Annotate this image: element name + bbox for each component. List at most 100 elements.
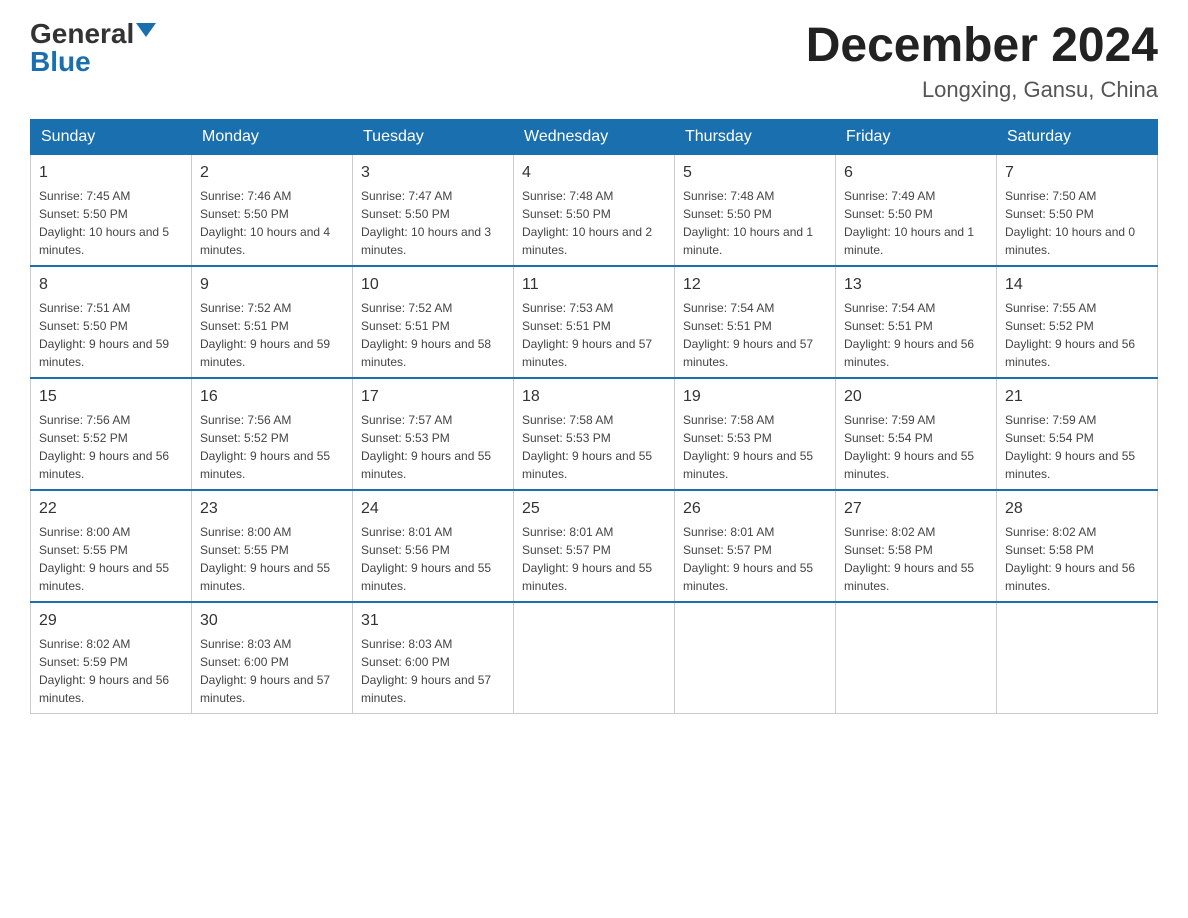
weekday-header-thursday: Thursday xyxy=(675,119,836,154)
day-info: Sunrise: 8:01 AMSunset: 5:57 PMDaylight:… xyxy=(683,523,827,595)
day-number: 7 xyxy=(1005,161,1149,185)
calendar-cell: 10Sunrise: 7:52 AMSunset: 5:51 PMDayligh… xyxy=(353,266,514,378)
day-number: 13 xyxy=(844,273,988,297)
calendar-cell: 8Sunrise: 7:51 AMSunset: 5:50 PMDaylight… xyxy=(31,266,192,378)
calendar-cell: 29Sunrise: 8:02 AMSunset: 5:59 PMDayligh… xyxy=(31,602,192,714)
calendar-cell: 12Sunrise: 7:54 AMSunset: 5:51 PMDayligh… xyxy=(675,266,836,378)
day-number: 20 xyxy=(844,385,988,409)
week-row-5: 29Sunrise: 8:02 AMSunset: 5:59 PMDayligh… xyxy=(31,602,1158,714)
day-number: 6 xyxy=(844,161,988,185)
day-number: 26 xyxy=(683,497,827,521)
day-info: Sunrise: 8:01 AMSunset: 5:57 PMDaylight:… xyxy=(522,523,666,595)
day-info: Sunrise: 7:45 AMSunset: 5:50 PMDaylight:… xyxy=(39,187,183,259)
day-number: 27 xyxy=(844,497,988,521)
day-number: 12 xyxy=(683,273,827,297)
day-info: Sunrise: 8:03 AMSunset: 6:00 PMDaylight:… xyxy=(200,635,344,707)
weekday-header-wednesday: Wednesday xyxy=(514,119,675,154)
day-info: Sunrise: 7:48 AMSunset: 5:50 PMDaylight:… xyxy=(522,187,666,259)
calendar-cell: 11Sunrise: 7:53 AMSunset: 5:51 PMDayligh… xyxy=(514,266,675,378)
week-row-3: 15Sunrise: 7:56 AMSunset: 5:52 PMDayligh… xyxy=(31,378,1158,490)
calendar-cell: 5Sunrise: 7:48 AMSunset: 5:50 PMDaylight… xyxy=(675,154,836,266)
calendar-cell: 4Sunrise: 7:48 AMSunset: 5:50 PMDaylight… xyxy=(514,154,675,266)
day-info: Sunrise: 7:50 AMSunset: 5:50 PMDaylight:… xyxy=(1005,187,1149,259)
day-number: 9 xyxy=(200,273,344,297)
day-number: 14 xyxy=(1005,273,1149,297)
calendar-cell: 9Sunrise: 7:52 AMSunset: 5:51 PMDaylight… xyxy=(192,266,353,378)
day-number: 23 xyxy=(200,497,344,521)
calendar-cell xyxy=(836,602,997,714)
day-info: Sunrise: 7:52 AMSunset: 5:51 PMDaylight:… xyxy=(361,299,505,371)
day-info: Sunrise: 8:01 AMSunset: 5:56 PMDaylight:… xyxy=(361,523,505,595)
calendar-cell: 22Sunrise: 8:00 AMSunset: 5:55 PMDayligh… xyxy=(31,490,192,602)
week-row-1: 1Sunrise: 7:45 AMSunset: 5:50 PMDaylight… xyxy=(31,154,1158,266)
day-info: Sunrise: 7:56 AMSunset: 5:52 PMDaylight:… xyxy=(39,411,183,483)
week-row-2: 8Sunrise: 7:51 AMSunset: 5:50 PMDaylight… xyxy=(31,266,1158,378)
day-number: 16 xyxy=(200,385,344,409)
day-number: 15 xyxy=(39,385,183,409)
logo-triangle-icon xyxy=(136,23,156,37)
logo-general-text: General xyxy=(30,20,134,48)
day-info: Sunrise: 7:46 AMSunset: 5:50 PMDaylight:… xyxy=(200,187,344,259)
day-info: Sunrise: 7:56 AMSunset: 5:52 PMDaylight:… xyxy=(200,411,344,483)
day-info: Sunrise: 7:51 AMSunset: 5:50 PMDaylight:… xyxy=(39,299,183,371)
calendar-cell: 26Sunrise: 8:01 AMSunset: 5:57 PMDayligh… xyxy=(675,490,836,602)
day-info: Sunrise: 8:00 AMSunset: 5:55 PMDaylight:… xyxy=(200,523,344,595)
day-number: 30 xyxy=(200,609,344,633)
day-info: Sunrise: 8:02 AMSunset: 5:58 PMDaylight:… xyxy=(844,523,988,595)
day-info: Sunrise: 7:57 AMSunset: 5:53 PMDaylight:… xyxy=(361,411,505,483)
day-number: 2 xyxy=(200,161,344,185)
day-number: 3 xyxy=(361,161,505,185)
day-number: 28 xyxy=(1005,497,1149,521)
title-block: December 2024 Longxing, Gansu, China xyxy=(806,20,1158,103)
weekday-header-friday: Friday xyxy=(836,119,997,154)
day-info: Sunrise: 8:00 AMSunset: 5:55 PMDaylight:… xyxy=(39,523,183,595)
weekday-header-monday: Monday xyxy=(192,119,353,154)
calendar-cell: 28Sunrise: 8:02 AMSunset: 5:58 PMDayligh… xyxy=(997,490,1158,602)
calendar-cell: 17Sunrise: 7:57 AMSunset: 5:53 PMDayligh… xyxy=(353,378,514,490)
calendar-cell: 2Sunrise: 7:46 AMSunset: 5:50 PMDaylight… xyxy=(192,154,353,266)
calendar-cell: 21Sunrise: 7:59 AMSunset: 5:54 PMDayligh… xyxy=(997,378,1158,490)
day-number: 18 xyxy=(522,385,666,409)
day-info: Sunrise: 7:54 AMSunset: 5:51 PMDaylight:… xyxy=(844,299,988,371)
day-number: 10 xyxy=(361,273,505,297)
calendar-cell: 24Sunrise: 8:01 AMSunset: 5:56 PMDayligh… xyxy=(353,490,514,602)
day-number: 22 xyxy=(39,497,183,521)
weekday-header-saturday: Saturday xyxy=(997,119,1158,154)
calendar-cell xyxy=(997,602,1158,714)
day-info: Sunrise: 7:48 AMSunset: 5:50 PMDaylight:… xyxy=(683,187,827,259)
day-info: Sunrise: 7:58 AMSunset: 5:53 PMDaylight:… xyxy=(683,411,827,483)
calendar-cell: 20Sunrise: 7:59 AMSunset: 5:54 PMDayligh… xyxy=(836,378,997,490)
day-number: 4 xyxy=(522,161,666,185)
day-number: 25 xyxy=(522,497,666,521)
day-info: Sunrise: 7:47 AMSunset: 5:50 PMDaylight:… xyxy=(361,187,505,259)
day-info: Sunrise: 7:59 AMSunset: 5:54 PMDaylight:… xyxy=(1005,411,1149,483)
calendar-cell: 16Sunrise: 7:56 AMSunset: 5:52 PMDayligh… xyxy=(192,378,353,490)
day-number: 31 xyxy=(361,609,505,633)
calendar-cell: 19Sunrise: 7:58 AMSunset: 5:53 PMDayligh… xyxy=(675,378,836,490)
calendar-cell: 6Sunrise: 7:49 AMSunset: 5:50 PMDaylight… xyxy=(836,154,997,266)
calendar-cell: 23Sunrise: 8:00 AMSunset: 5:55 PMDayligh… xyxy=(192,490,353,602)
day-number: 11 xyxy=(522,273,666,297)
month-year-title: December 2024 xyxy=(806,20,1158,73)
day-number: 8 xyxy=(39,273,183,297)
weekday-header-row: SundayMondayTuesdayWednesdayThursdayFrid… xyxy=(31,119,1158,154)
day-number: 5 xyxy=(683,161,827,185)
calendar-table: SundayMondayTuesdayWednesdayThursdayFrid… xyxy=(30,119,1158,714)
day-info: Sunrise: 7:54 AMSunset: 5:51 PMDaylight:… xyxy=(683,299,827,371)
day-info: Sunrise: 7:55 AMSunset: 5:52 PMDaylight:… xyxy=(1005,299,1149,371)
day-number: 1 xyxy=(39,161,183,185)
calendar-cell: 18Sunrise: 7:58 AMSunset: 5:53 PMDayligh… xyxy=(514,378,675,490)
logo-blue-text: Blue xyxy=(30,48,91,76)
calendar-cell: 13Sunrise: 7:54 AMSunset: 5:51 PMDayligh… xyxy=(836,266,997,378)
calendar-cell: 3Sunrise: 7:47 AMSunset: 5:50 PMDaylight… xyxy=(353,154,514,266)
day-info: Sunrise: 7:53 AMSunset: 5:51 PMDaylight:… xyxy=(522,299,666,371)
calendar-cell: 30Sunrise: 8:03 AMSunset: 6:00 PMDayligh… xyxy=(192,602,353,714)
weekday-header-tuesday: Tuesday xyxy=(353,119,514,154)
day-number: 29 xyxy=(39,609,183,633)
calendar-cell: 31Sunrise: 8:03 AMSunset: 6:00 PMDayligh… xyxy=(353,602,514,714)
day-info: Sunrise: 7:58 AMSunset: 5:53 PMDaylight:… xyxy=(522,411,666,483)
logo: General Blue xyxy=(30,20,156,76)
day-info: Sunrise: 7:52 AMSunset: 5:51 PMDaylight:… xyxy=(200,299,344,371)
page-header: General Blue December 2024 Longxing, Gan… xyxy=(30,20,1158,103)
calendar-cell: 14Sunrise: 7:55 AMSunset: 5:52 PMDayligh… xyxy=(997,266,1158,378)
